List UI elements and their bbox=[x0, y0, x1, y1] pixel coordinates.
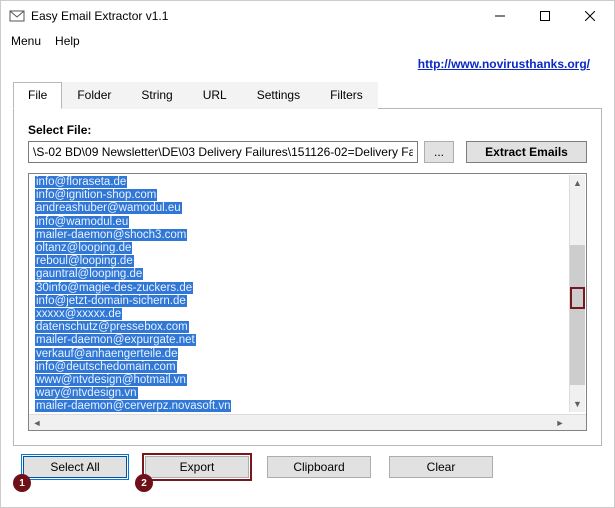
email-result-line[interactable]: oltanz@looping.de bbox=[35, 242, 568, 255]
close-button[interactable] bbox=[567, 2, 612, 31]
annotation-badge-1: 1 bbox=[13, 474, 31, 492]
tab-url[interactable]: URL bbox=[188, 82, 242, 109]
email-result-line[interactable]: mailer-daemon@cerverpz.novasoft.vn bbox=[35, 400, 568, 413]
export-button[interactable]: Export bbox=[145, 456, 249, 478]
email-result-line[interactable]: info@floraseta.de bbox=[35, 176, 568, 189]
email-result-line[interactable]: info@deutschedomain.com bbox=[35, 361, 568, 374]
select-all-button[interactable]: Select All bbox=[23, 456, 127, 478]
select-file-label: Select File: bbox=[28, 123, 587, 137]
email-result-line[interactable]: gauntral@looping.de bbox=[35, 268, 568, 281]
website-link[interactable]: http://www.novirusthanks.org/ bbox=[418, 57, 590, 71]
email-result-line[interactable]: info@wamodul.eu bbox=[35, 216, 568, 229]
tab-folder[interactable]: Folder bbox=[62, 82, 126, 109]
email-result-line[interactable]: datenschutz@pressebox.com bbox=[35, 321, 568, 334]
email-result-line[interactable]: 30info@magie-des-zuckers.de bbox=[35, 282, 568, 295]
email-result-line[interactable]: mailer-daemon@expurgate.net bbox=[35, 334, 568, 347]
scroll-up-icon[interactable]: ▲ bbox=[570, 175, 585, 191]
email-result-line[interactable]: mailer-daemon@shoch3.com bbox=[35, 229, 568, 242]
window-title: Easy Email Extractor v1.1 bbox=[31, 9, 477, 23]
menu-item-help[interactable]: Help bbox=[55, 34, 80, 48]
tab-filters[interactable]: Filters bbox=[315, 82, 378, 109]
email-result-line[interactable]: info@ignition-shop.com bbox=[35, 189, 568, 202]
email-result-line[interactable]: reboul@looping.de bbox=[35, 255, 568, 268]
tab-file[interactable]: File bbox=[13, 82, 62, 109]
scroll-left-icon[interactable]: ◄ bbox=[29, 415, 45, 431]
tab-settings[interactable]: Settings bbox=[242, 82, 315, 109]
email-result-line[interactable]: info@jetzt-domain-sichern.de bbox=[35, 295, 568, 308]
tab-strip: File Folder String URL Settings Filters bbox=[13, 81, 602, 109]
email-result-line[interactable]: andreashuber@wamodul.eu bbox=[35, 202, 568, 215]
scroll-annotation bbox=[570, 287, 585, 309]
vertical-scrollbar[interactable]: ▲ ▼ bbox=[569, 175, 585, 412]
extract-emails-button[interactable]: Extract Emails bbox=[466, 141, 587, 163]
browse-button[interactable]: ... bbox=[424, 141, 454, 163]
minimize-button[interactable] bbox=[477, 2, 522, 31]
scroll-thumb[interactable] bbox=[570, 245, 585, 385]
email-result-line[interactable]: wary@ntvdesign.vn bbox=[35, 387, 568, 400]
app-icon bbox=[9, 8, 25, 24]
maximize-button[interactable] bbox=[522, 2, 567, 31]
results-box[interactable]: info@floraseta.deinfo@ignition-shop.coma… bbox=[28, 173, 587, 431]
email-result-line[interactable]: www@ntvdesign@hotmail.vn bbox=[35, 374, 568, 387]
annotation-badge-2: 2 bbox=[135, 474, 153, 492]
clipboard-button[interactable]: Clipboard bbox=[267, 456, 371, 478]
tab-string[interactable]: String bbox=[126, 82, 187, 109]
scroll-right-icon[interactable]: ► bbox=[552, 415, 568, 431]
email-result-line[interactable]: xxxxx@xxxxx.de bbox=[35, 308, 568, 321]
horizontal-scrollbar[interactable]: ◄ ► bbox=[29, 414, 586, 430]
email-result-line[interactable]: verkauf@anhaengerteile.de bbox=[35, 348, 568, 361]
scroll-down-icon[interactable]: ▼ bbox=[570, 396, 585, 412]
clear-button[interactable]: Clear bbox=[389, 456, 493, 478]
file-path-input[interactable] bbox=[28, 141, 418, 163]
menu-item-menu[interactable]: Menu bbox=[11, 34, 41, 48]
